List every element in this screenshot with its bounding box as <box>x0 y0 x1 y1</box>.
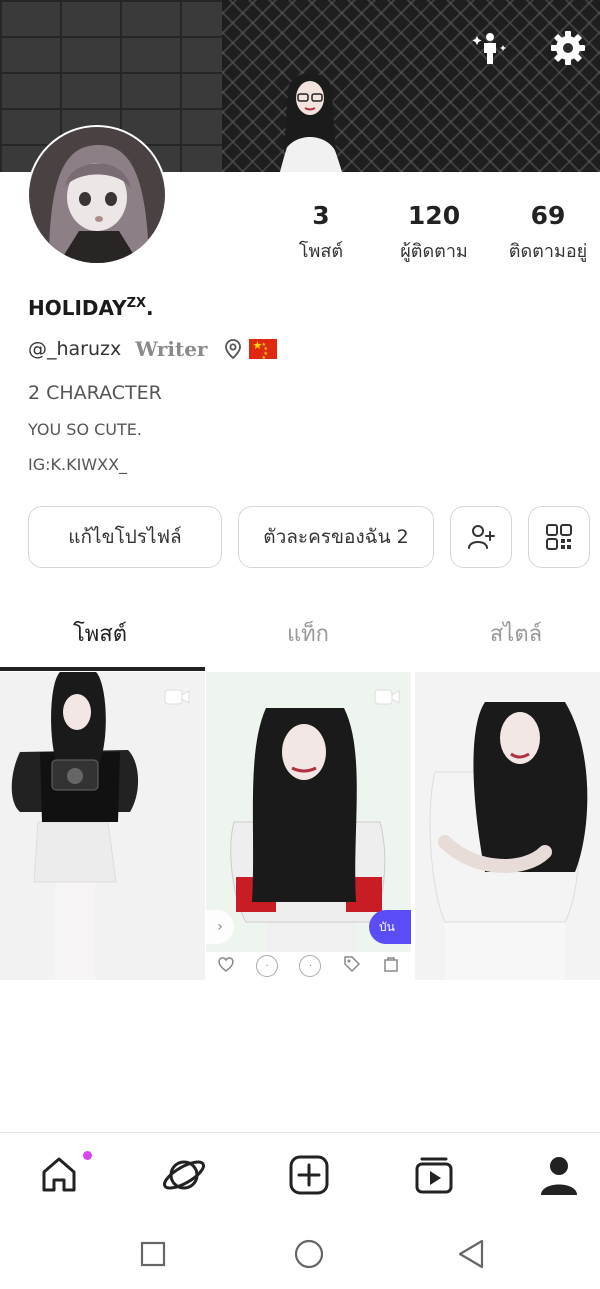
add-post-icon[interactable] <box>285 1151 333 1199</box>
bio-line-2: YOU SO CUTE. <box>28 420 142 439</box>
heart-icon <box>217 955 235 977</box>
stat-followers-value: 120 <box>407 201 461 230</box>
planet-icon[interactable] <box>160 1151 208 1199</box>
home-circle-icon[interactable] <box>291 1236 327 1272</box>
stat-following-value: 69 <box>530 201 566 230</box>
bio-line-3: IG:K.KIWXX_ <box>28 455 128 474</box>
new-badge-icon: · <box>256 955 279 977</box>
shop-icon <box>382 955 400 977</box>
post-tool-bar: · · <box>206 952 411 980</box>
profile-name-suffix: . <box>146 296 154 320</box>
profile-handle: @_haruzx <box>28 338 122 360</box>
active-tab-indicator <box>0 667 205 671</box>
qr-code-icon <box>546 524 572 550</box>
profile-name-text: HOLIDAY <box>28 296 127 320</box>
tab-tagged[interactable]: แท็ก <box>208 616 408 651</box>
stat-followers-label: ผู้ติดตาม <box>400 241 468 262</box>
recents-icon[interactable] <box>135 1236 171 1272</box>
stat-posts-value: 3 <box>312 201 330 230</box>
pick-badge-icon: · <box>299 955 322 977</box>
stat-following[interactable]: 69 ติดตามอยู่ <box>498 200 598 265</box>
home-icon[interactable] <box>35 1151 92 1199</box>
post-thumbnail-2[interactable]: › บัน · · <box>206 672 411 980</box>
edit-profile-button[interactable]: แก้ไขโปรไฟล์ <box>28 506 222 568</box>
tab-posts[interactable]: โพสต์ <box>0 616 200 651</box>
stat-posts[interactable]: 3 โพสต์ <box>285 200 357 265</box>
post-thumbnail-1[interactable] <box>0 672 205 980</box>
my-characters-button[interactable]: ตัวละครของฉัน 2 <box>238 506 434 568</box>
stat-posts-label: โพสต์ <box>298 241 344 262</box>
avatar[interactable] <box>27 125 167 265</box>
profile-icon[interactable] <box>535 1151 583 1199</box>
china-flag-icon: ★ ★ ★ ★ ★ <box>249 339 278 361</box>
post-thumbnail-3[interactable] <box>415 672 600 980</box>
back-icon[interactable] <box>453 1236 489 1272</box>
system-navigation-bar <box>0 1216 600 1289</box>
tab-style[interactable]: สไตล์ <box>416 616 600 651</box>
stat-followers[interactable]: 120 ผู้ติดตาม <box>388 200 480 265</box>
handle-row: @_haruzx Writer ★ ★ ★ ★ ★ <box>28 336 278 362</box>
qr-code-button[interactable] <box>528 506 590 568</box>
add-friend-button[interactable] <box>450 506 512 568</box>
gear-icon[interactable] <box>546 26 590 70</box>
video-feed-icon[interactable] <box>410 1151 458 1199</box>
video-icon <box>164 689 190 705</box>
save-pill[interactable]: บัน <box>369 910 411 944</box>
add-person-icon <box>468 525 495 549</box>
profile-name: HOLIDAYZX. <box>28 296 154 320</box>
role-badge: Writer <box>135 337 208 361</box>
notification-dot <box>83 1151 92 1160</box>
cover-character-image <box>280 73 342 172</box>
video-icon <box>374 689 400 705</box>
stat-following-label: ติดตามอยู่ <box>508 241 588 262</box>
sparkle-person-icon[interactable] <box>468 26 512 70</box>
profile-name-sup: ZX <box>126 296 147 311</box>
bio-line-1: 2 CHARACTER <box>28 382 162 404</box>
bottom-navigation <box>0 1132 600 1216</box>
location-pin-icon <box>223 338 243 360</box>
tag-icon <box>343 955 361 977</box>
